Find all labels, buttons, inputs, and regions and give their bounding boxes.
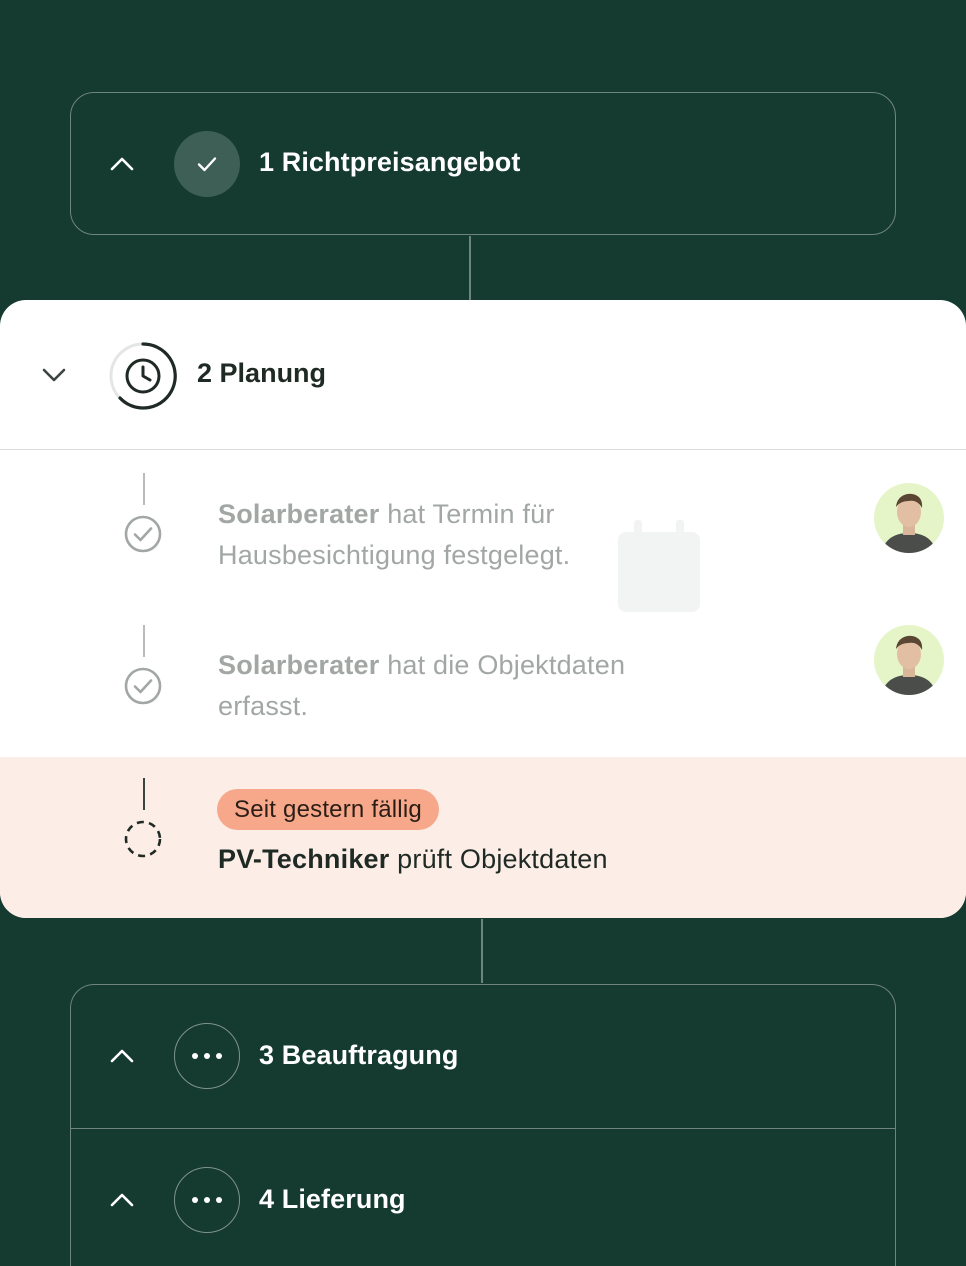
stage-done-indicator: [174, 131, 240, 197]
task-text: Solarberater hat Termin für Hausbesichti…: [218, 494, 570, 576]
task-actor: Solarberater: [218, 499, 380, 529]
stage-title: 3 Beauftragung: [259, 1040, 458, 1071]
stage-pending-indicator: [174, 1167, 240, 1233]
stage-pending-indicator: [174, 1023, 240, 1089]
stage-name: Lieferung: [281, 1184, 406, 1214]
stage-name: Richtpreisangebot: [281, 147, 521, 177]
stage-name: Beauftragung: [281, 1040, 459, 1070]
check-icon: [197, 157, 217, 172]
avatar: [874, 625, 944, 695]
task-description-cont: Hausbesichtigung festgelegt.: [218, 540, 571, 570]
chevron-up-icon[interactable]: [109, 1043, 135, 1069]
check-circle-icon: [124, 515, 162, 553]
task-connector: [143, 473, 145, 505]
task-text: PV-Techniker prüft Objektdaten: [218, 839, 608, 879]
chevron-up-icon[interactable]: [109, 151, 135, 177]
stage-row-3[interactable]: 3 Beauftragung: [71, 985, 895, 1129]
task-connector: [143, 778, 145, 810]
avatar: [874, 483, 944, 553]
check-circle-icon: [124, 667, 162, 705]
stage-card-group: 3 Beauftragung 4 Lieferung: [70, 984, 896, 1266]
stage-title: 1 Richtpreisangebot: [259, 147, 520, 178]
task-item: Solarberater hat Termin für Hausbesichti…: [0, 450, 966, 612]
task-description: hat Termin für: [387, 499, 555, 529]
task-description: hat die Objektdaten: [387, 650, 626, 680]
more-dots-icon: [192, 1053, 222, 1059]
stage-title: 2 Planung: [197, 358, 326, 389]
connector-line: [481, 919, 483, 983]
stage-title: 4 Lieferung: [259, 1184, 406, 1215]
stage-card-planung: 2 Planung Solarberater hat Termin für Ha…: [0, 300, 966, 918]
stage-card-richtpreisangebot[interactable]: 1 Richtpreisangebot: [70, 92, 896, 235]
dashed-circle-icon: [124, 820, 162, 858]
task-text: Solarberater hat die Objektdaten erfasst…: [218, 645, 625, 727]
person-avatar-icon: [882, 635, 936, 695]
task-description: prüft Objektdaten: [397, 844, 608, 874]
due-badge: Seit gestern fällig: [217, 789, 439, 830]
chevron-up-icon[interactable]: [109, 1187, 135, 1213]
chevron-down-icon[interactable]: [41, 362, 67, 388]
stage-number: 1: [259, 147, 275, 177]
more-dots-icon: [192, 1197, 222, 1203]
stage-row-1[interactable]: 1 Richtpreisangebot: [71, 93, 895, 235]
stage-name: Planung: [219, 358, 327, 388]
clock-icon: [109, 342, 177, 410]
task-description-cont: erfasst.: [218, 691, 309, 721]
stage-row-2[interactable]: 2 Planung: [0, 300, 966, 450]
task-item: Solarberater hat die Objektdaten erfasst…: [0, 600, 966, 757]
due-task-item[interactable]: Seit gestern fällig PV-Techniker prüft O…: [0, 757, 966, 918]
task-connector: [143, 625, 145, 657]
stage-number: 2: [197, 358, 213, 388]
stage-row-4[interactable]: 4 Lieferung: [71, 1129, 895, 1266]
stage-number: 4: [259, 1184, 275, 1214]
person-avatar-icon: [882, 493, 936, 553]
stage-number: 3: [259, 1040, 275, 1070]
task-actor: Solarberater: [218, 650, 380, 680]
connector-line: [469, 236, 471, 300]
task-actor: PV-Techniker: [218, 844, 390, 874]
